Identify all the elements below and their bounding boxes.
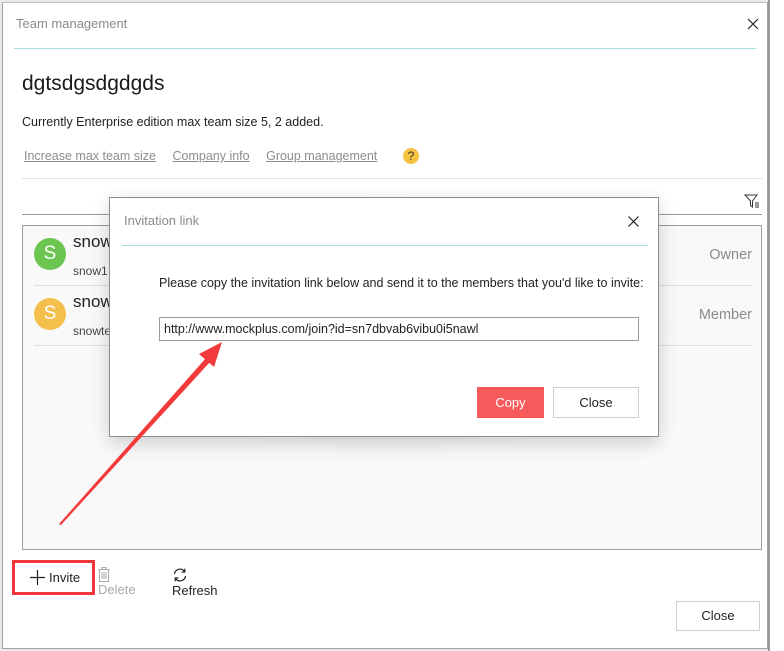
copy-button[interactable]: Copy [477,387,544,418]
modal-title: Invitation link [124,213,200,228]
close-icon[interactable] [627,215,640,228]
close-icon[interactable] [746,17,760,31]
edition-info: Currently Enterprise edition max team si… [22,115,324,129]
close-button[interactable]: Close [676,601,760,631]
invitation-link-modal: Invitation link Please copy the invitati… [109,197,659,437]
company-info-link[interactable]: Company info [172,149,249,163]
delete-label: Delete [98,582,136,597]
invite-label: Invite [49,570,81,585]
modal-message: Please copy the invitation link below an… [159,276,644,290]
increase-team-size-link[interactable]: Increase max team size [24,149,156,163]
team-links: Increase max team size Company info Grou… [24,149,390,163]
filter-icon[interactable] [743,193,760,209]
invitation-link-input[interactable] [159,317,639,341]
section-divider [22,178,762,179]
avatar: S [34,238,66,270]
avatar: S [34,298,66,330]
group-management-link[interactable]: Group management [266,149,377,163]
member-role: Owner [709,247,752,263]
title-divider [14,48,756,49]
trash-icon [98,567,110,582]
refresh-icon [173,568,187,582]
dialog-title: Team management [16,16,128,31]
team-name: dgtsdgsdgdgds [22,72,165,95]
modal-divider [122,245,648,246]
invite-button[interactable]: Invite [12,560,95,595]
window-edge [768,0,784,651]
plus-icon [30,570,45,585]
help-icon[interactable]: ? [403,148,419,164]
member-role: Member [698,307,752,323]
modal-close-button[interactable]: Close [553,387,639,418]
refresh-label: Refresh [172,583,218,598]
delete-button[interactable]: Delete [98,567,136,597]
refresh-button[interactable]: Refresh [172,567,218,598]
